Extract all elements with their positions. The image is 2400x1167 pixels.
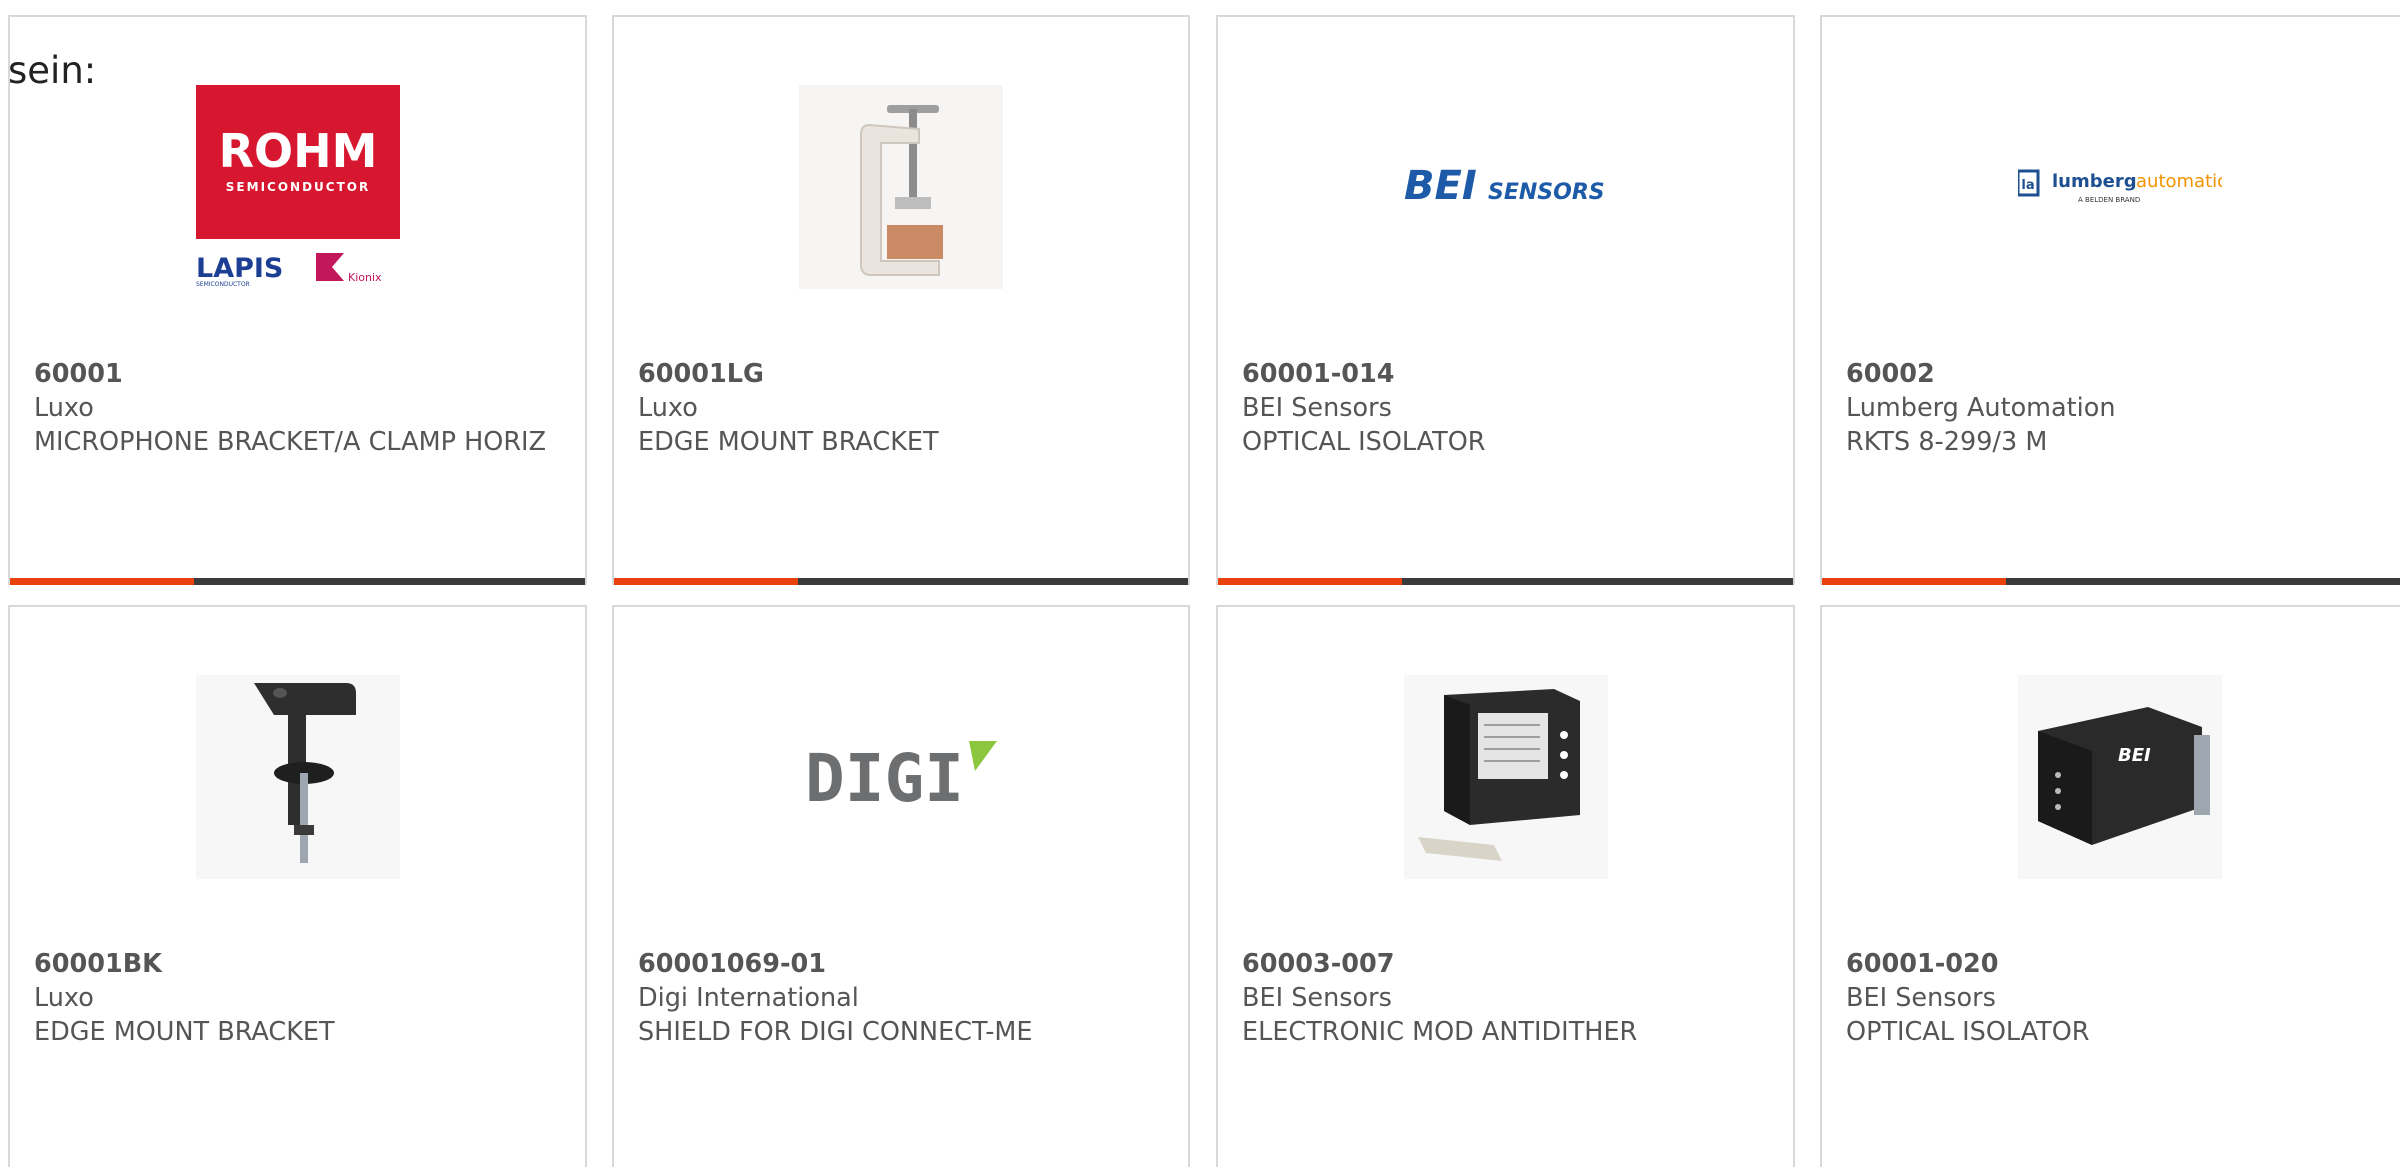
- bei-logo-brand: BEI: [1404, 163, 1477, 209]
- product-details: 60001 Luxo MICROPHONE BRACKET/A CLAMP HO…: [34, 357, 565, 459]
- manufacturer: Luxo: [34, 393, 94, 423]
- product-details: 60001-020 BEI Sensors OPTICAL ISOLATOR: [1846, 947, 2398, 1049]
- black-clamp-photo-icon: [195, 675, 400, 879]
- product-card[interactable]: BEI SENSORS 60001-014 BEI Sensors OPTICA…: [1216, 15, 1795, 585]
- card-accent-bar: [614, 578, 1188, 585]
- part-number[interactable]: 60001: [34, 357, 565, 391]
- product-details: 60001-014 BEI Sensors OPTICAL ISOLATOR: [1242, 357, 1773, 459]
- lumberg-tagline: A BELDEN BRAND: [2078, 196, 2140, 204]
- white-clamp-photo-icon: [799, 85, 1003, 289]
- description: EDGE MOUNT BRACKET: [638, 427, 939, 457]
- manufacturer: Luxo: [638, 393, 698, 423]
- card-accent-bar: [1822, 578, 2400, 585]
- lapis-logo-text: LAPIS: [196, 253, 283, 284]
- manufacturer: Luxo: [34, 983, 94, 1013]
- part-number[interactable]: 60001-020: [1846, 947, 2398, 981]
- product-details: 60002 Lumberg Automation RKTS 8-299/3 M: [1846, 357, 2398, 459]
- rohm-logo-subtext: SEMICONDUCTOR: [225, 180, 369, 194]
- description: OPTICAL ISOLATOR: [1242, 427, 1486, 457]
- lapis-logo-subtext: SEMICONDUCTOR: [196, 281, 250, 288]
- manufacturer: Digi International: [638, 983, 859, 1013]
- description: EDGE MOUNT BRACKET: [34, 1017, 335, 1047]
- part-number[interactable]: 60001-014: [1242, 357, 1773, 391]
- bei-sensors-logo-icon: BEI SENSORS: [1404, 85, 1608, 289]
- product-details: 60001069-01 Digi International SHIELD FO…: [638, 947, 1168, 1049]
- manufacturer: BEI Sensors: [1846, 983, 1996, 1013]
- product-details: 60001LG Luxo EDGE MOUNT BRACKET: [638, 357, 1168, 459]
- rohm-logo-text: ROHM: [218, 124, 377, 178]
- rohm-lapis-kionix-logo-icon: ROHM SEMICONDUCTOR LAPIS SEMICONDUCTOR K…: [195, 85, 400, 289]
- digi-logo-text: DIGI: [805, 740, 964, 817]
- description: ELECTRONIC MOD ANTIDITHER: [1242, 1017, 1638, 1047]
- part-number[interactable]: 60001LG: [638, 357, 1168, 391]
- description: RKTS 8-299/3 M: [1846, 427, 2048, 457]
- lumberg-automation-logo-icon: la lumberg automation A BELDEN BRAND: [2018, 85, 2222, 289]
- bei-logo-suffix: SENSORS: [1488, 180, 1605, 205]
- part-number[interactable]: 60001069-01: [638, 947, 1168, 981]
- lumberg-brand2: automation: [2136, 171, 2222, 192]
- product-card[interactable]: 60003-007 BEI Sensors ELECTRONIC MOD ANT…: [1216, 605, 1795, 1167]
- part-number[interactable]: 60001BK: [34, 947, 565, 981]
- product-card[interactable]: 60001BK Luxo EDGE MOUNT BRACKET: [8, 605, 587, 1167]
- product-card[interactable]: BEI 60001-020 BEI Sensors OPTICAL ISOLAT…: [1820, 605, 2400, 1167]
- digi-logo-icon: DIGI: [799, 675, 1003, 879]
- product-card[interactable]: la lumberg automation A BELDEN BRAND 600…: [1820, 15, 2400, 585]
- manufacturer: Lumberg Automation: [1846, 393, 2116, 423]
- lumberg-mark: la: [2021, 178, 2034, 193]
- product-details: 60003-007 BEI Sensors ELECTRONIC MOD ANT…: [1242, 947, 1773, 1049]
- product-grid-page: sein: ROHM SEMICONDUCTOR LAPIS SEMICONDU…: [0, 0, 2400, 1167]
- manufacturer: BEI Sensors: [1242, 983, 1392, 1013]
- product-card[interactable]: ROHM SEMICONDUCTOR LAPIS SEMICONDUCTOR K…: [8, 15, 587, 585]
- module-brand-label: BEI: [2118, 745, 2151, 766]
- din-rail-module-photo-icon: [1403, 675, 1608, 879]
- manufacturer: BEI Sensors: [1242, 393, 1392, 423]
- part-number[interactable]: 60003-007: [1242, 947, 1773, 981]
- lumberg-brand: lumberg: [2052, 171, 2137, 192]
- description: OPTICAL ISOLATOR: [1846, 1017, 2090, 1047]
- kionix-logo-text: Kionix: [348, 271, 382, 284]
- optical-isolator-module-photo-icon: BEI: [2018, 675, 2222, 879]
- product-card[interactable]: DIGI 60001069-01 Digi International SHIE…: [612, 605, 1190, 1167]
- product-card[interactable]: 60001LG Luxo EDGE MOUNT BRACKET: [612, 15, 1190, 585]
- description: MICROPHONE BRACKET/A CLAMP HORIZ: [34, 427, 547, 457]
- card-accent-bar: [1218, 578, 1793, 585]
- description: SHIELD FOR DIGI CONNECT-ME: [638, 1017, 1033, 1047]
- lead-text: sein:: [8, 49, 97, 92]
- card-accent-bar: [10, 578, 585, 585]
- part-number[interactable]: 60002: [1846, 357, 2398, 391]
- product-details: 60001BK Luxo EDGE MOUNT BRACKET: [34, 947, 565, 1049]
